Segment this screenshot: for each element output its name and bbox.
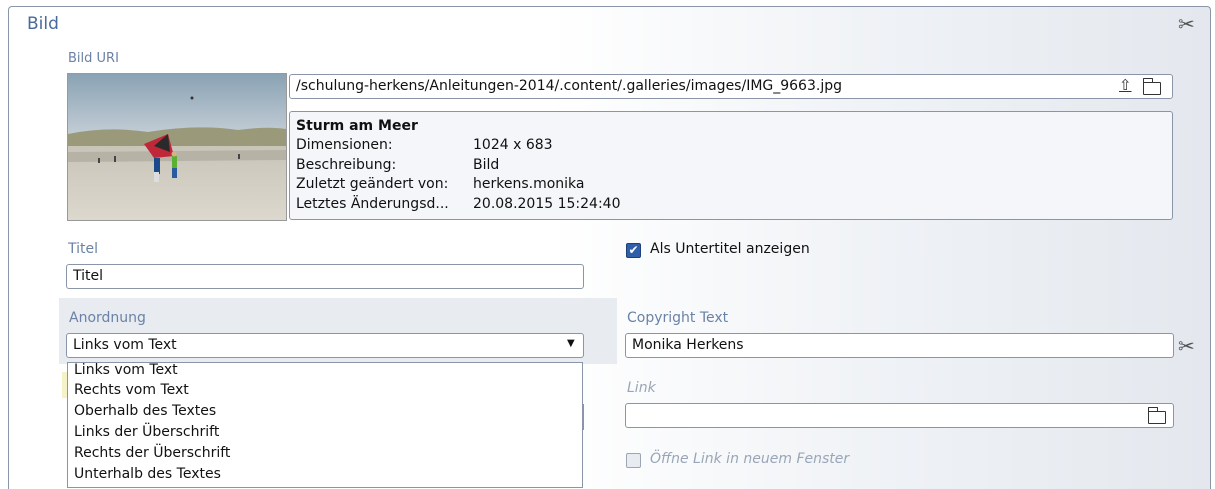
dropdown-option[interactable]: Rechts vom Text <box>74 382 189 398</box>
image-uri-value: /schulung-herkens/Anleitungen-2014/.cont… <box>296 78 842 94</box>
arrangement-dropdown-list: Links vom Text Rechts vom Text Oberhalb … <box>67 362 583 488</box>
arrangement-label: Anordnung <box>69 310 146 326</box>
image-thumbnail[interactable] <box>67 73 287 221</box>
new-window-checkbox[interactable] <box>626 453 641 468</box>
kite-beach-image <box>68 74 286 220</box>
info-row-modified-date: Letztes Änderungsd... 20.08.2015 15:24:40 <box>296 196 621 212</box>
scissor-icon[interactable]: ✂ <box>1178 334 1195 358</box>
arrangement-selected-value: Links vom Text <box>73 337 177 353</box>
title-input[interactable]: Titel <box>66 264 584 289</box>
link-input[interactable] <box>625 403 1174 428</box>
dropdown-option[interactable]: Rechts der Überschrift <box>74 445 230 461</box>
hidden-field-edge <box>583 404 584 430</box>
copyright-input[interactable]: Monika Herkens <box>625 333 1174 358</box>
subtitle-checkbox-label: Als Untertitel anzeigen <box>650 241 810 257</box>
folder-icon[interactable] <box>1142 78 1161 95</box>
title-label: Titel <box>68 241 99 257</box>
scissor-icon[interactable]: ✂ <box>1178 12 1195 36</box>
section-title: Bild <box>27 14 59 34</box>
info-row-dimensions: Dimensionen: 1024 x 683 <box>296 137 553 153</box>
title-input-value: Titel <box>73 268 104 284</box>
dropdown-arrow-icon: ▼ <box>567 338 575 349</box>
image-info-box: Sturm am Meer Dimensionen: 1024 x 683 Bes… <box>289 111 1173 220</box>
copyright-label: Copyright Text <box>627 310 729 326</box>
new-window-checkbox-label: Öffne Link in neuem Fenster <box>650 451 850 467</box>
info-row-description: Beschreibung: Bild <box>296 157 500 173</box>
dropdown-option[interactable]: Links vom Text <box>74 362 178 378</box>
subtitle-checkbox[interactable]: ✔ <box>626 243 641 258</box>
folder-icon[interactable] <box>1147 407 1166 424</box>
copyright-input-value: Monika Herkens <box>632 337 744 353</box>
dropdown-option[interactable]: Links der Überschrift <box>74 424 219 440</box>
dropdown-option[interactable]: Unterhalb des Textes <box>74 466 221 482</box>
image-uri-field[interactable]: /schulung-herkens/Anleitungen-2014/.cont… <box>289 74 1173 99</box>
upload-icon[interactable]: ⇧ <box>1119 76 1132 94</box>
image-uri-label: Bild URI <box>68 51 119 66</box>
dropdown-option[interactable]: Oberhalb des Textes <box>74 403 216 419</box>
link-label: Link <box>627 380 656 396</box>
arrangement-select[interactable]: Links vom Text ▼ <box>66 333 584 358</box>
info-row-modified-by: Zuletzt geändert von: herkens.monika <box>296 176 585 192</box>
image-info-title: Sturm am Meer <box>296 118 418 134</box>
